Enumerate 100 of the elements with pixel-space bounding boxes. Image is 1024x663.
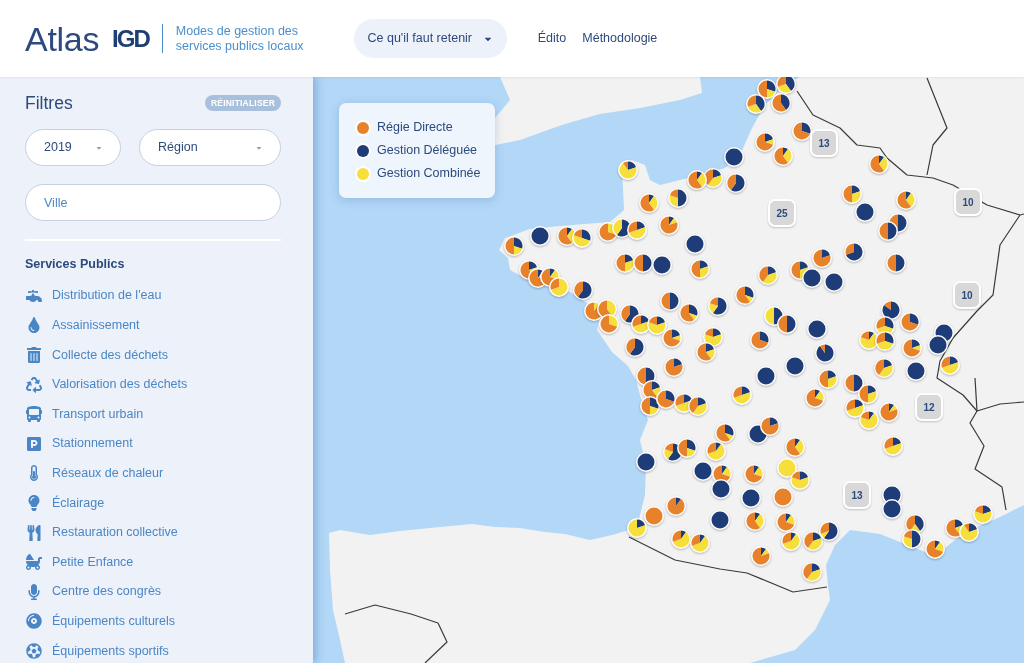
- service-link[interactable]: Distribution de l'eau: [25, 281, 162, 311]
- pie-marker-icon[interactable]: [792, 121, 812, 141]
- dot-marker-icon[interactable]: [636, 452, 656, 472]
- pie-marker-icon[interactable]: [640, 396, 660, 416]
- pie-marker-icon[interactable]: [732, 385, 752, 405]
- dot-marker-icon[interactable]: [773, 487, 793, 507]
- pie-marker-icon[interactable]: [615, 253, 635, 273]
- pie-marker-icon[interactable]: [886, 253, 906, 273]
- pie-marker-icon[interactable]: [940, 355, 960, 375]
- pie-marker-icon[interactable]: [677, 438, 697, 458]
- pie-marker-icon[interactable]: [883, 436, 903, 456]
- service-link[interactable]: Assainissement: [25, 310, 140, 341]
- pie-marker-icon[interactable]: [803, 531, 823, 551]
- pie-marker-icon[interactable]: [647, 315, 667, 335]
- pie-marker-icon[interactable]: [690, 533, 710, 553]
- pie-marker-icon[interactable]: [776, 512, 796, 532]
- pie-marker-icon[interactable]: [573, 280, 593, 300]
- pie-marker-icon[interactable]: [549, 277, 569, 297]
- pie-marker-icon[interactable]: [802, 562, 822, 582]
- pie-marker-icon[interactable]: [660, 291, 680, 311]
- pie-marker-icon[interactable]: [504, 236, 524, 256]
- pie-marker-icon[interactable]: [845, 398, 865, 418]
- pie-marker-icon[interactable]: [668, 188, 688, 208]
- pie-marker-icon[interactable]: [744, 464, 764, 484]
- region-select[interactable]: Région: [139, 129, 281, 166]
- pie-marker-icon[interactable]: [771, 93, 791, 113]
- pie-marker-icon[interactable]: [785, 437, 805, 457]
- pie-marker-icon[interactable]: [869, 154, 889, 174]
- pie-marker-icon[interactable]: [815, 343, 835, 363]
- dot-marker-icon[interactable]: [724, 147, 744, 167]
- pie-marker-icon[interactable]: [790, 470, 810, 490]
- service-link[interactable]: Stationnement: [25, 428, 133, 459]
- cluster-marker[interactable]: 25: [768, 199, 796, 227]
- dot-marker-icon[interactable]: [807, 319, 827, 339]
- nav-link[interactable]: Méthodologie: [582, 29, 658, 48]
- pie-marker-icon[interactable]: [639, 193, 659, 213]
- dot-marker-icon[interactable]: [710, 510, 730, 530]
- pie-marker-icon[interactable]: [760, 416, 780, 436]
- pie-marker-icon[interactable]: [599, 314, 619, 334]
- pie-marker-icon[interactable]: [842, 184, 862, 204]
- pie-marker-icon[interactable]: [735, 285, 755, 305]
- pie-marker-icon[interactable]: [805, 388, 825, 408]
- pie-marker-icon[interactable]: [858, 384, 878, 404]
- reset-button[interactable]: RÉINITIALISER: [205, 95, 281, 111]
- service-link[interactable]: Équipements culturels: [25, 606, 175, 637]
- pie-marker-icon[interactable]: [625, 337, 645, 357]
- dot-marker-icon[interactable]: [644, 506, 664, 526]
- pie-marker-icon[interactable]: [900, 312, 920, 332]
- pie-marker-icon[interactable]: [896, 190, 916, 210]
- service-link[interactable]: Collecte des déchets: [25, 340, 169, 370]
- pie-marker-icon[interactable]: [781, 531, 801, 551]
- pie-marker-icon[interactable]: [572, 228, 592, 248]
- pie-marker-icon[interactable]: [902, 338, 922, 358]
- pie-marker-icon[interactable]: [664, 357, 684, 377]
- pie-marker-icon[interactable]: [879, 402, 899, 422]
- pie-marker-icon[interactable]: [745, 511, 765, 531]
- dot-marker-icon[interactable]: [693, 461, 713, 481]
- pie-marker-icon[interactable]: [973, 504, 993, 524]
- dot-marker-icon[interactable]: [756, 366, 776, 386]
- pie-marker-icon[interactable]: [746, 94, 766, 114]
- city-input-field[interactable]: Ville: [25, 184, 281, 221]
- dot-marker-icon[interactable]: [777, 458, 797, 478]
- cluster-marker[interactable]: 12: [915, 393, 943, 421]
- pie-marker-icon[interactable]: [878, 221, 898, 241]
- pie-marker-icon[interactable]: [715, 423, 735, 443]
- service-link[interactable]: Centre des congrès: [25, 576, 162, 607]
- pie-marker-icon[interactable]: [874, 358, 894, 378]
- menu-dropdown-button[interactable]: Ce qu'il faut retenir: [353, 19, 507, 58]
- pie-marker-icon[interactable]: [812, 248, 832, 268]
- dot-marker-icon[interactable]: [928, 335, 948, 355]
- pie-marker-icon[interactable]: [777, 314, 797, 334]
- pie-marker-icon[interactable]: [618, 160, 638, 180]
- cluster-marker[interactable]: 13: [810, 129, 838, 157]
- pie-marker-icon[interactable]: [687, 170, 707, 190]
- pie-marker-icon[interactable]: [776, 77, 796, 94]
- pie-marker-icon[interactable]: [726, 173, 746, 193]
- pie-marker-icon[interactable]: [859, 410, 879, 430]
- dot-marker-icon[interactable]: [711, 479, 731, 499]
- year-select[interactable]: 2019: [25, 129, 121, 166]
- pie-marker-icon[interactable]: [844, 242, 864, 262]
- service-link[interactable]: Réseaux de chaleur: [25, 458, 164, 489]
- pie-marker-icon[interactable]: [750, 330, 770, 350]
- dot-marker-icon[interactable]: [855, 202, 875, 222]
- pie-marker-icon[interactable]: [706, 441, 726, 461]
- dot-marker-icon[interactable]: [802, 268, 822, 288]
- dot-marker-icon[interactable]: [824, 272, 844, 292]
- pie-marker-icon[interactable]: [633, 253, 653, 273]
- pie-marker-icon[interactable]: [758, 265, 778, 285]
- pie-marker-icon[interactable]: [819, 521, 839, 541]
- dot-marker-icon[interactable]: [785, 356, 805, 376]
- pie-marker-icon[interactable]: [688, 396, 708, 416]
- nav-link[interactable]: Édito: [537, 29, 567, 48]
- cluster-marker[interactable]: 13: [843, 481, 871, 509]
- pie-marker-icon[interactable]: [751, 546, 771, 566]
- pie-marker-icon[interactable]: [902, 529, 922, 549]
- pie-marker-icon[interactable]: [818, 369, 838, 389]
- service-link[interactable]: Restauration collective: [25, 517, 178, 548]
- pie-marker-icon[interactable]: [659, 215, 679, 235]
- pie-marker-icon[interactable]: [773, 146, 793, 166]
- pie-marker-icon[interactable]: [671, 529, 691, 549]
